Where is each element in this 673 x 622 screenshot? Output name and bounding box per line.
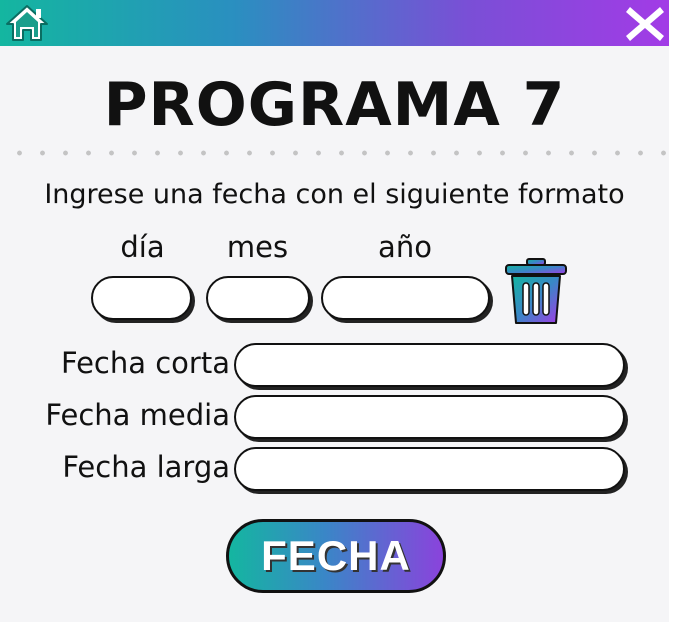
short-date-label: Fecha corta — [60, 346, 230, 380]
month-input[interactable] — [206, 276, 310, 320]
instruction-text: Ingrese una fecha con el siguiente forma… — [44, 179, 625, 210]
home-button[interactable] — [5, 3, 49, 43]
page-title: PROGRAMA 7 — [103, 70, 566, 140]
year-input[interactable] — [321, 276, 490, 320]
close-button[interactable] — [624, 3, 666, 43]
home-icon — [6, 5, 48, 41]
trash-icon — [505, 258, 567, 324]
year-label: año — [378, 230, 432, 264]
long-date-label: Fecha larga — [62, 450, 230, 484]
dotted-divider — [8, 150, 668, 156]
day-label: día — [120, 230, 165, 264]
clear-button[interactable] — [502, 257, 570, 327]
long-date-output[interactable] — [234, 447, 625, 491]
medium-date-label: Fecha media — [45, 398, 230, 432]
day-input[interactable] — [91, 276, 192, 320]
short-date-output[interactable] — [234, 343, 625, 387]
month-label: mes — [226, 230, 289, 264]
medium-date-output[interactable] — [234, 395, 625, 439]
top-bar — [0, 0, 669, 46]
fecha-button[interactable]: FECHA — [226, 519, 446, 593]
close-icon — [626, 7, 664, 41]
